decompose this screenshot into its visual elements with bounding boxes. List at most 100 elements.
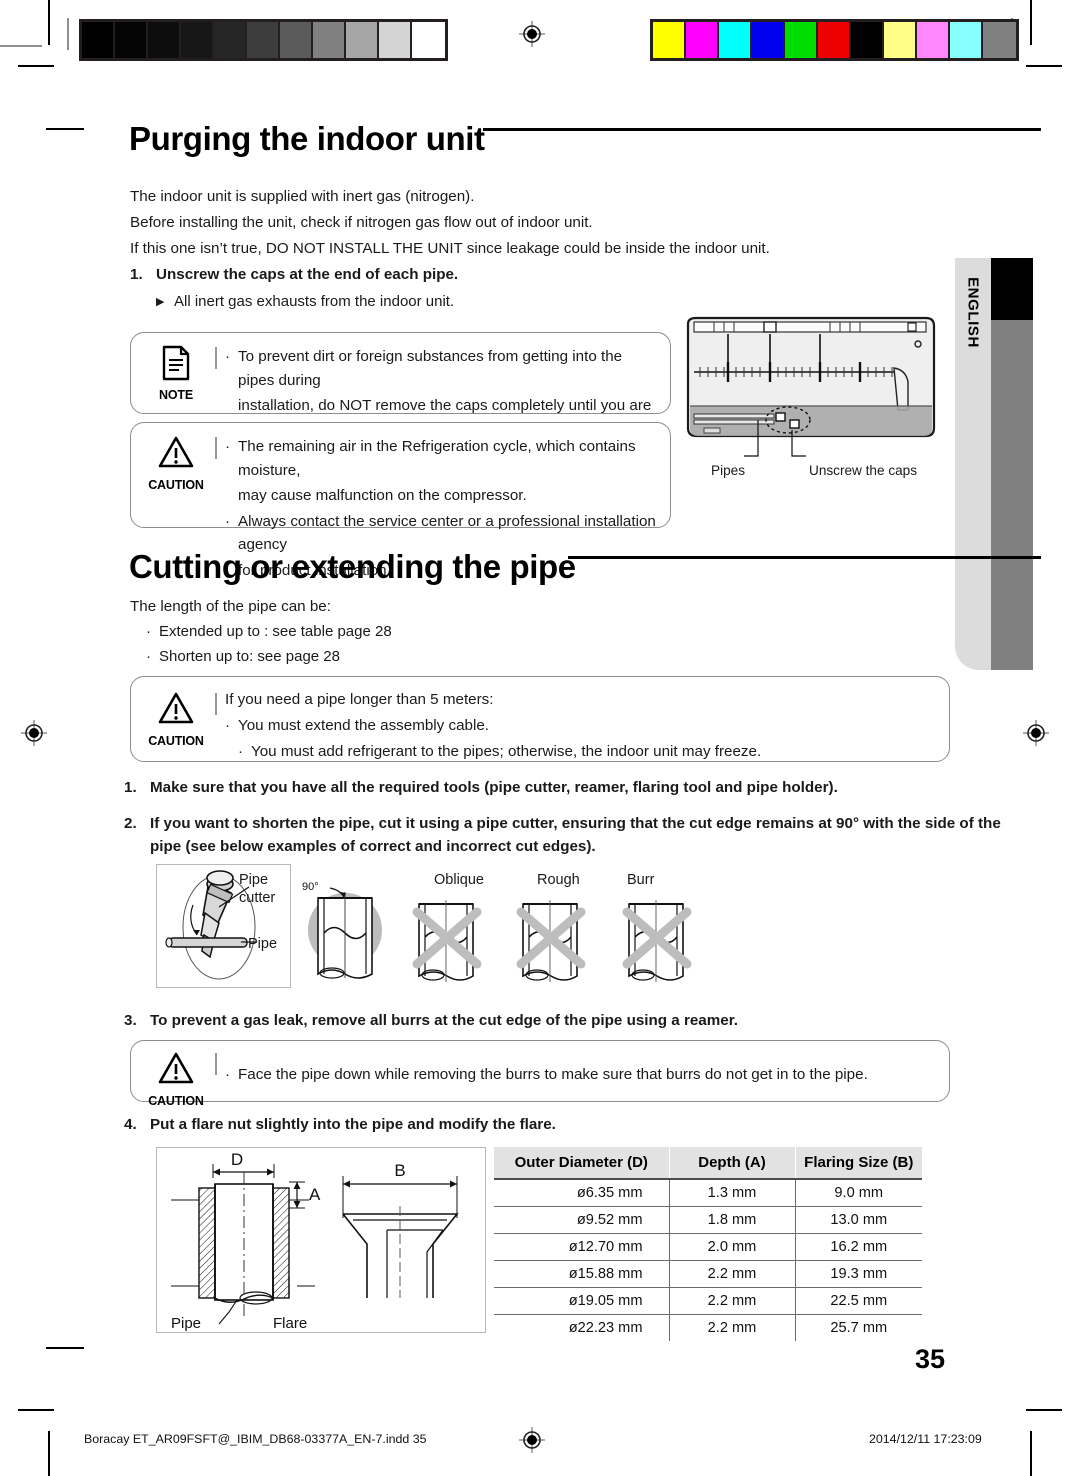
svg-text:90°: 90°	[302, 881, 319, 893]
cutting-intro: The length of the pipe can be:	[130, 598, 331, 615]
cell-flaring-size: 13.0 mm	[794, 1206, 922, 1234]
cell-depth: 2.2 mm	[668, 1287, 795, 1315]
manual-page: ENGLISH Purging the indoor unit The indo…	[0, 0, 1080, 1476]
caution-box-reamer: CAUTION · Face the pipe down while remov…	[130, 1040, 950, 1108]
pipe-cut-good-figure: 90°	[300, 878, 390, 986]
cutting-bullet-2-text: Shorten up to: see page 28	[159, 648, 340, 665]
table-row: ø22.23 mm 2.2 mm 25.7 mm	[494, 1314, 922, 1341]
pipe-cut-label-burr: Burr	[627, 872, 655, 888]
caution-bullet-pipe-2-text: You must add refrigerant to the pipes; o…	[251, 743, 762, 760]
cell-depth: 2.0 mm	[668, 1233, 795, 1261]
cell-outer-diameter: ø22.23 mm	[568, 1320, 643, 1336]
caution-bullet-reamer-text: Face the pipe down while removing the bu…	[238, 1066, 868, 1083]
svg-text:B: B	[394, 1161, 405, 1180]
cutting-step-4: 4. Put a flare nut slightly into the pip…	[124, 1114, 556, 1136]
cutting-step-2-number: 2.	[124, 815, 137, 832]
cutting-step-2-text-line-1: If you want to shorten the pipe, cut it …	[150, 815, 1001, 832]
cell-flaring-size: 16.2 mm	[794, 1233, 922, 1261]
cell-depth: 1.8 mm	[668, 1206, 795, 1234]
language-tab-gray-bar	[991, 320, 1033, 670]
bullet-dot-icon: ·	[146, 623, 151, 640]
table-row: ø15.88 mm 2.2 mm 19.3 mm	[494, 1260, 922, 1288]
table-header-row: Outer Diameter (D) Depth (A) Flaring Siz…	[494, 1147, 922, 1180]
pipe-cutter-label-2: cutter	[239, 890, 276, 906]
language-tab-label: ENGLISH	[964, 277, 982, 348]
cell-outer-diameter: ø15.88 mm	[494, 1260, 669, 1288]
caution-heading-text: If you need a pipe longer than 5 meters:	[225, 691, 494, 708]
pipe-label: Pipe	[248, 936, 278, 952]
table-header-outer-diameter: Outer Diameter (D)	[494, 1147, 669, 1180]
indoor-figure-label-pipes: Pipes	[711, 463, 746, 478]
footer-timestamp: 2014/12/11 17:23:09	[869, 1432, 982, 1446]
warning-triangle-icon	[145, 1051, 207, 1093]
purging-step-1-number: 1.	[130, 266, 143, 283]
svg-text:D: D	[231, 1150, 243, 1169]
purging-substep-1-text: All inert gas exhausts from the indoor u…	[174, 293, 455, 310]
pipe-cut-oblique-figure	[405, 890, 489, 986]
caution-bullet-text-1b: may cause malfunction on the compressor.	[238, 487, 527, 504]
table-row: ø9.52 mm 1.8 mm 13.0 mm	[494, 1206, 922, 1234]
caution-bullet-text-1a: The remaining air in the Refrigeration c…	[238, 438, 636, 479]
cell-depth: 2.2 mm	[668, 1314, 795, 1341]
warning-triangle-icon	[145, 691, 207, 733]
caution-caption-2: CAUTION	[148, 734, 204, 748]
bullet-dot-icon: ·	[225, 438, 231, 455]
pipe-cut-label-oblique: Oblique	[434, 872, 484, 888]
page-number: 35	[915, 1344, 946, 1374]
cutting-step-2-line-2: pipe (see below examples of correct and …	[150, 836, 596, 858]
caution-bullet-line-1a: · The remaining air in the Refrigeration…	[225, 435, 656, 482]
table-row: ø19.05 mm 2.2 mm 22.5 mm	[494, 1287, 922, 1315]
cutting-bullet-2: · Shorten up to: see page 28	[146, 646, 340, 668]
pipe-cutter-figure-box	[156, 864, 291, 988]
note-box-purging: NOTE · To prevent dirt or foreign substa…	[130, 332, 671, 463]
page-title-purging: Purging the indoor unit	[129, 120, 485, 157]
svg-text:Pipe: Pipe	[171, 1315, 201, 1332]
purging-paragraph-1: The indoor unit is supplied with inert g…	[130, 188, 475, 205]
flare-dimension-figure-box: D A Pipe Flare B	[156, 1147, 486, 1333]
note-divider	[215, 347, 217, 369]
caution-content-3: · Face the pipe down while removing the …	[225, 1063, 935, 1089]
bullet-dot-icon: ·	[225, 348, 231, 365]
bullet-dot-icon: ·	[225, 1066, 231, 1083]
cell-outer-diameter: ø9.52 mm	[494, 1206, 669, 1234]
cutting-step-1-number: 1.	[124, 779, 137, 796]
cutting-step-2: 2. If you want to shorten the pipe, cut …	[124, 813, 1001, 835]
title-rule-purging	[483, 128, 1041, 131]
caution-divider-2	[215, 693, 217, 715]
cell-flaring-size: 25.7 mm	[794, 1314, 922, 1341]
cutting-step-4-number: 4.	[124, 1116, 137, 1133]
caution-divider-3	[215, 1053, 217, 1075]
caution-caption-3: CAUTION	[148, 1094, 204, 1108]
cutting-bullet-1-text: Extended up to : see table page 28	[159, 623, 392, 640]
cell-outer-diameter: ø6.35 mm	[494, 1179, 669, 1207]
cutting-step-3-text: To prevent a gas leak, remove all burrs …	[150, 1012, 738, 1029]
purging-substep-1: ▶ All inert gas exhausts from the indoor…	[156, 291, 454, 314]
caution-content-2: If you need a pipe longer than 5 meters:…	[225, 688, 935, 766]
svg-text:A: A	[309, 1185, 321, 1204]
note-icon-column: NOTE	[145, 345, 207, 402]
purging-paragraph-3: If this one isn’t true, DO NOT INSTALL T…	[130, 240, 770, 257]
caution-bullet-pipe-2: · You must add refrigerant to the pipes;…	[225, 740, 935, 764]
caution-icon-column-2: CAUTION	[145, 691, 207, 748]
page-title-cutting: Cutting or extending the pipe	[129, 548, 576, 585]
caution-icon-column-1: CAUTION	[145, 435, 207, 492]
indoor-unit-pipes-figure	[680, 310, 942, 482]
note-document-icon	[145, 345, 207, 387]
language-tab-dark-bar	[991, 258, 1033, 320]
purging-step-1: 1. Unscrew the caps at the end of each p…	[130, 264, 458, 286]
caution-caption-1: CAUTION	[148, 478, 204, 492]
cell-depth: 2.2 mm	[668, 1260, 795, 1288]
cell-outer-diameter: ø19.05 mm	[494, 1287, 669, 1315]
cell-flaring-size: 19.3 mm	[794, 1260, 922, 1288]
cutting-bullet-1: · Extended up to : see table page 28	[146, 621, 392, 643]
cell-outer-diameter: ø12.70 mm	[494, 1233, 669, 1261]
caution-divider-1	[215, 437, 217, 459]
cutting-step-3-number: 3.	[124, 1012, 137, 1029]
warning-triangle-icon	[145, 435, 207, 477]
arrow-right-icon: ▶	[156, 296, 165, 308]
cell-flaring-size: 9.0 mm	[794, 1179, 922, 1207]
note-caption: NOTE	[159, 388, 193, 402]
bullet-dot-icon: ·	[146, 648, 151, 665]
purging-step-1-text: Unscrew the caps at the end of each pipe…	[156, 266, 459, 283]
bullet-dot-icon: ·	[225, 716, 231, 734]
